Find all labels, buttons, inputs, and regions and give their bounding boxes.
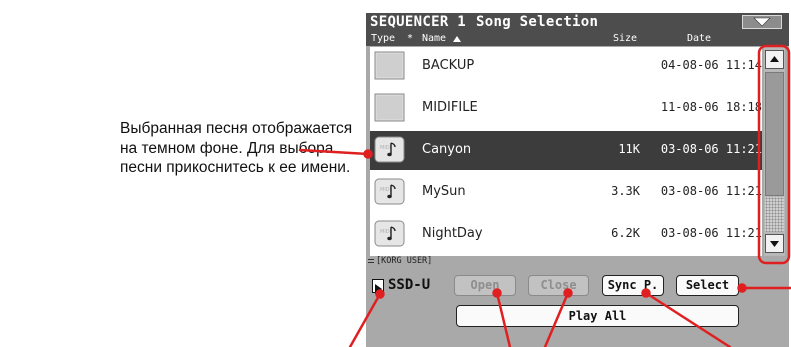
mode-title: SEQUENCER 1: [370, 14, 467, 30]
arrow-down-icon: [770, 241, 779, 247]
svg-text:MIDI: MIDI: [380, 229, 391, 235]
file-date: 03-08-06 11:21: [660, 226, 762, 240]
file-row[interactable]: MIDI NightDay 6.2K 03-08-06 11:21: [370, 215, 762, 254]
svg-text:MIDI: MIDI: [380, 145, 391, 151]
scroll-up-button[interactable]: [765, 50, 784, 69]
col-name[interactable]: Name: [422, 33, 446, 44]
sync-preview-button[interactable]: Sync P.: [602, 275, 664, 296]
file-date: 03-08-06 11:21: [660, 184, 762, 198]
arrow-up-icon: [770, 56, 779, 62]
current-path: [KORG USER]: [366, 256, 789, 267]
file-size: 11K: [618, 142, 640, 156]
path-marker-icon: [368, 259, 374, 263]
col-size[interactable]: Size: [613, 33, 637, 44]
callout-line: Выбранная песня отображается: [120, 120, 353, 137]
device-label: SSD-U: [388, 277, 431, 293]
file-row[interactable]: BACKUP 04-08-06 11:14: [370, 47, 762, 86]
file-name[interactable]: MySun: [422, 184, 466, 199]
scroll-track[interactable]: [765, 197, 784, 232]
scroll-thumb[interactable]: [765, 72, 784, 196]
callout-line: на темном фоне. Для выбора: [120, 139, 334, 157]
file-date: 03-08-06 11:21: [660, 142, 762, 156]
device-selector-button[interactable]: [372, 279, 384, 294]
title-bar: SEQUENCER 1 Song Selection: [366, 13, 789, 32]
column-header: Type * Name Size Date: [366, 32, 789, 46]
file-list: BACKUP 04-08-06 11:14 MIDIFILE 11-08-06 18:…: [370, 47, 762, 256]
file-name[interactable]: Canyon: [422, 142, 471, 157]
file-date: 11-08-06 18:18: [660, 100, 762, 114]
path-label: [KORG USER]: [376, 256, 433, 266]
col-type[interactable]: Type: [371, 33, 395, 44]
callout-text: Выбранная песня отображается на темном ф…: [120, 119, 353, 178]
open-button[interactable]: Open: [454, 275, 516, 296]
play-all-button[interactable]: Play All: [456, 305, 739, 327]
folder-icon: [374, 51, 405, 80]
song-selection-screen: SEQUENCER 1 Song Selection Type * Name Si…: [366, 13, 789, 347]
folder-icon: [374, 93, 405, 122]
col-protect: *: [407, 33, 414, 44]
close-button[interactable]: Close: [528, 275, 589, 296]
file-row[interactable]: MIDIFILE 11-08-06 18:18: [370, 89, 762, 128]
song-file-icon: MIDI: [374, 136, 405, 163]
file-name[interactable]: MIDIFILE: [422, 100, 478, 115]
file-row[interactable]: MIDI MySun 3.3K 03-08-06 11:21: [370, 173, 762, 212]
page-name: Song Selection: [476, 14, 599, 30]
play-triangle-icon: [375, 284, 382, 294]
song-file-icon: MIDI: [374, 220, 405, 247]
file-row[interactable]: MIDI Canyon 11K 03-08-06 11:21: [370, 131, 762, 170]
select-button[interactable]: Select: [676, 275, 739, 296]
col-date[interactable]: Date: [687, 33, 711, 44]
page-title: SEQUENCER 1 Song Selection: [370, 14, 598, 30]
file-size: 3.3K: [611, 184, 640, 198]
scroll-down-button[interactable]: [765, 234, 784, 253]
page-menu-button[interactable]: [742, 15, 782, 29]
scrollbar[interactable]: [764, 47, 785, 256]
file-date: 04-08-06 11:14: [660, 58, 762, 72]
song-file-icon: MIDI: [374, 178, 405, 205]
svg-text:MIDI: MIDI: [380, 187, 391, 193]
callout-line: песни прикоснитесь к ее имени.: [120, 159, 351, 176]
file-name[interactable]: NightDay: [422, 226, 483, 241]
file-size: 6.2K: [611, 226, 640, 240]
triangle-down-icon: [753, 17, 771, 27]
sort-ascending-icon: [453, 36, 461, 42]
file-name[interactable]: BACKUP: [422, 58, 474, 73]
